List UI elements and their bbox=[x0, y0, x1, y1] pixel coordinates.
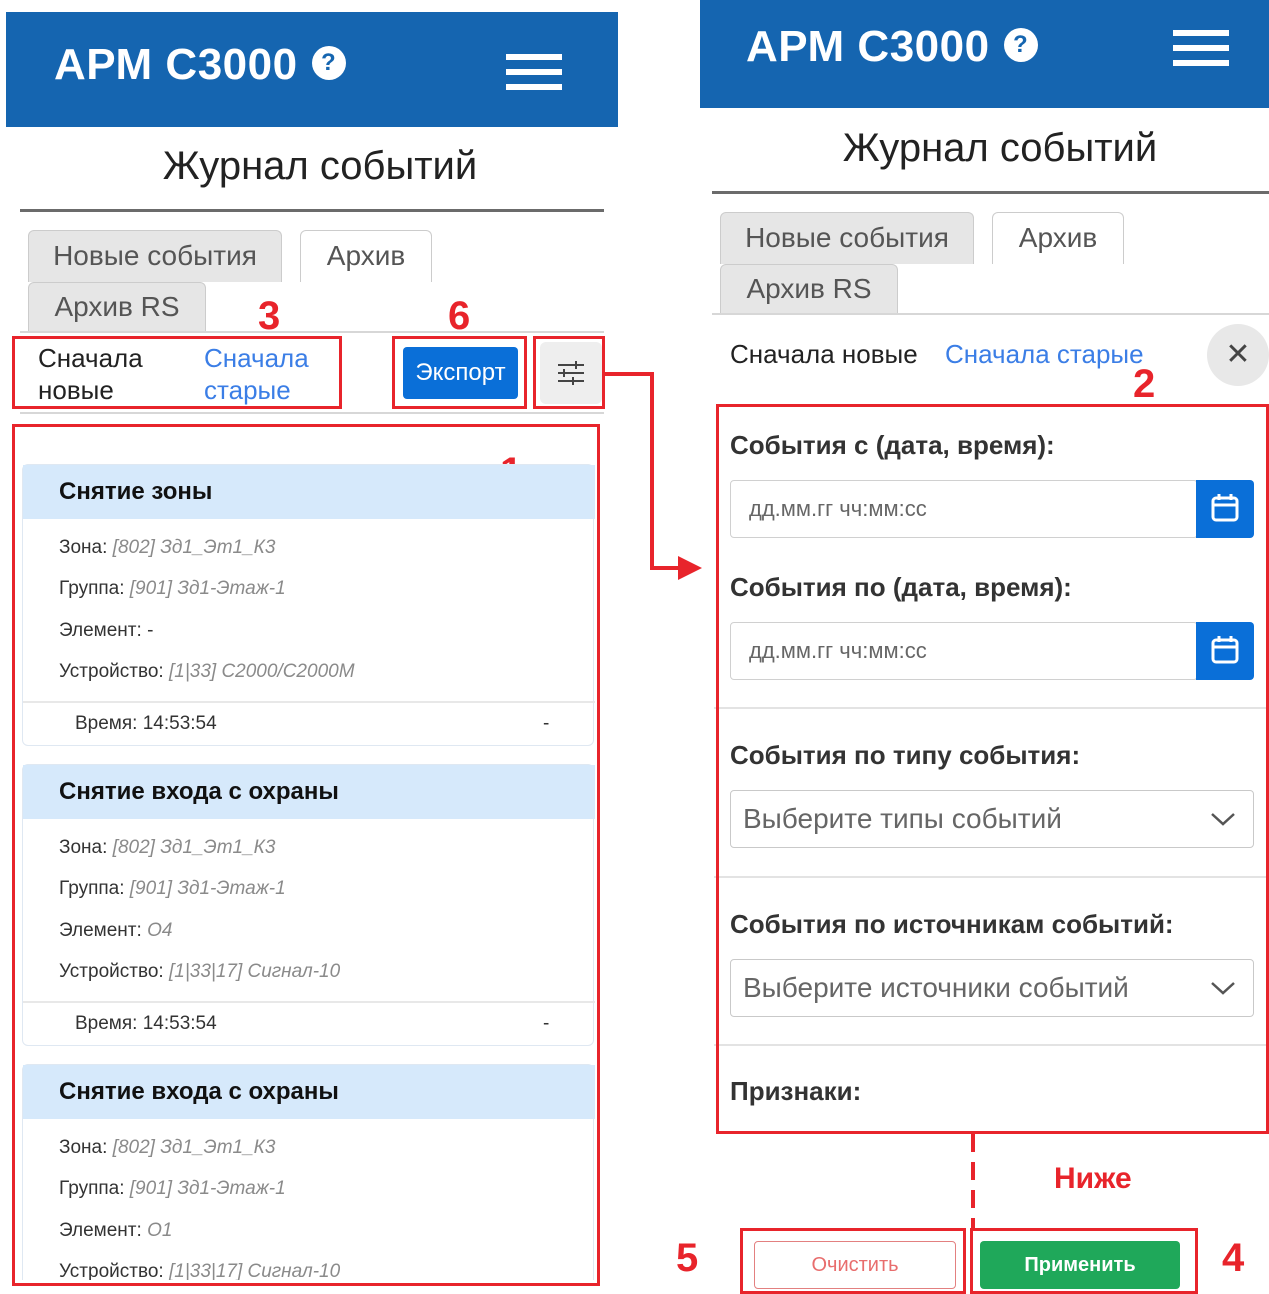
event-element: Элемент: О1 bbox=[59, 1220, 173, 1241]
app-title: АРМ С3000? bbox=[746, 22, 1038, 72]
event-device: Устройство: [1|33] С2000/С2000М bbox=[59, 661, 355, 682]
right-app-header: АРМ С3000? bbox=[700, 0, 1269, 108]
event-zone: Зона: [802] Зд1_Эт1_К3 bbox=[59, 1137, 276, 1158]
annotation-dashed-line bbox=[971, 1134, 975, 1230]
title-divider bbox=[20, 209, 604, 212]
event-list: Снятие зоны Зона: [802] Зд1_Эт1_К3 Групп… bbox=[16, 428, 596, 1280]
event-card[interactable]: Снятие входа с охраны Зона: [802] Зд1_Эт… bbox=[22, 1064, 595, 1280]
help-icon[interactable]: ? bbox=[1003, 28, 1038, 63]
event-time: 14:53:54 bbox=[142, 1013, 217, 1034]
toolbar-underline bbox=[20, 412, 604, 414]
tabs-underline bbox=[20, 331, 604, 333]
event-card[interactable]: Снятие входа с охраны Зона: [802] Зд1_Эт… bbox=[22, 764, 595, 1047]
event-zone: Зона: [802] Зд1_Эт1_К3 bbox=[59, 537, 276, 558]
left-app-header: АРМ С3000? bbox=[6, 12, 618, 127]
tab-archive-rs[interactable]: Архив RS bbox=[28, 282, 206, 332]
annotation-box-apply bbox=[970, 1228, 1198, 1294]
event-extra: - bbox=[543, 713, 550, 734]
event-extra: - bbox=[543, 1013, 550, 1034]
event-time: 14:53:54 bbox=[142, 713, 217, 734]
app-title: АРМ С3000? bbox=[54, 40, 346, 90]
app-title-text: АРМ С3000 bbox=[54, 40, 298, 89]
annotation-number-5: 5 bbox=[676, 1236, 699, 1280]
menu-icon[interactable] bbox=[1173, 30, 1229, 75]
annotation-box-filter-toggle bbox=[533, 336, 605, 409]
annotation-number-3: 3 bbox=[258, 294, 281, 338]
menu-icon[interactable] bbox=[506, 54, 562, 99]
close-filter-button[interactable]: ✕ bbox=[1207, 324, 1269, 386]
event-card-title: Снятие зоны bbox=[23, 465, 595, 519]
annotation-box-clear bbox=[740, 1228, 966, 1294]
page-title: Журнал событий bbox=[842, 126, 1158, 170]
annotation-box-export bbox=[392, 336, 527, 409]
event-device: Устройство: [1|33|17] Сигнал-10 bbox=[59, 961, 341, 982]
event-group: Группа: [901] Зд1-Этаж-1 bbox=[59, 1178, 286, 1199]
event-element: Элемент: О4 bbox=[59, 920, 173, 941]
tab-new-events[interactable]: Новые события bbox=[720, 212, 974, 264]
page-title: Журнал событий bbox=[162, 144, 478, 188]
sort-oldest-link[interactable]: Сначала старые bbox=[945, 338, 1144, 370]
event-group: Группа: [901] Зд1-Этаж-1 bbox=[59, 578, 286, 599]
close-icon: ✕ bbox=[1225, 338, 1251, 371]
tab-archive[interactable]: Архив bbox=[300, 230, 432, 282]
event-device: Устройство: [1|33|17] Сигнал-10 bbox=[59, 1261, 341, 1280]
event-element: Элемент: - bbox=[59, 620, 154, 641]
tab-new-events[interactable]: Новые события bbox=[28, 230, 282, 282]
annotation-below-text: Ниже bbox=[1054, 1162, 1132, 1195]
tab-archive[interactable]: Архив bbox=[992, 212, 1124, 264]
tab-archive-rs[interactable]: Архив RS bbox=[720, 264, 898, 314]
tabs-underline bbox=[712, 313, 1269, 315]
help-icon[interactable]: ? bbox=[311, 46, 346, 81]
event-zone: Зона: [802] Зд1_Эт1_К3 bbox=[59, 837, 276, 858]
event-group: Группа: [901] Зд1-Этаж-1 bbox=[59, 878, 286, 899]
annotation-number-6: 6 bbox=[448, 294, 471, 338]
annotation-arrow bbox=[605, 372, 702, 580]
event-footer: Время: 14:53:54 - bbox=[23, 1001, 595, 1047]
sort-newest-link[interactable]: Сначала новые bbox=[730, 338, 918, 370]
event-card-title: Снятие входа с охраны bbox=[23, 765, 595, 819]
annotation-number-4: 4 bbox=[1222, 1236, 1245, 1280]
event-card[interactable]: Снятие зоны Зона: [802] Зд1_Эт1_К3 Групп… bbox=[22, 464, 595, 747]
event-footer: Время: 14:53:54 - bbox=[23, 701, 595, 747]
title-divider bbox=[712, 191, 1269, 194]
annotation-box-sort bbox=[12, 336, 342, 409]
app-title-text: АРМ С3000 bbox=[746, 22, 990, 71]
event-card-title: Снятие входа с охраны bbox=[23, 1065, 595, 1119]
annotation-number-2: 2 bbox=[1133, 362, 1156, 406]
annotation-box-filter-form bbox=[716, 404, 1269, 1134]
